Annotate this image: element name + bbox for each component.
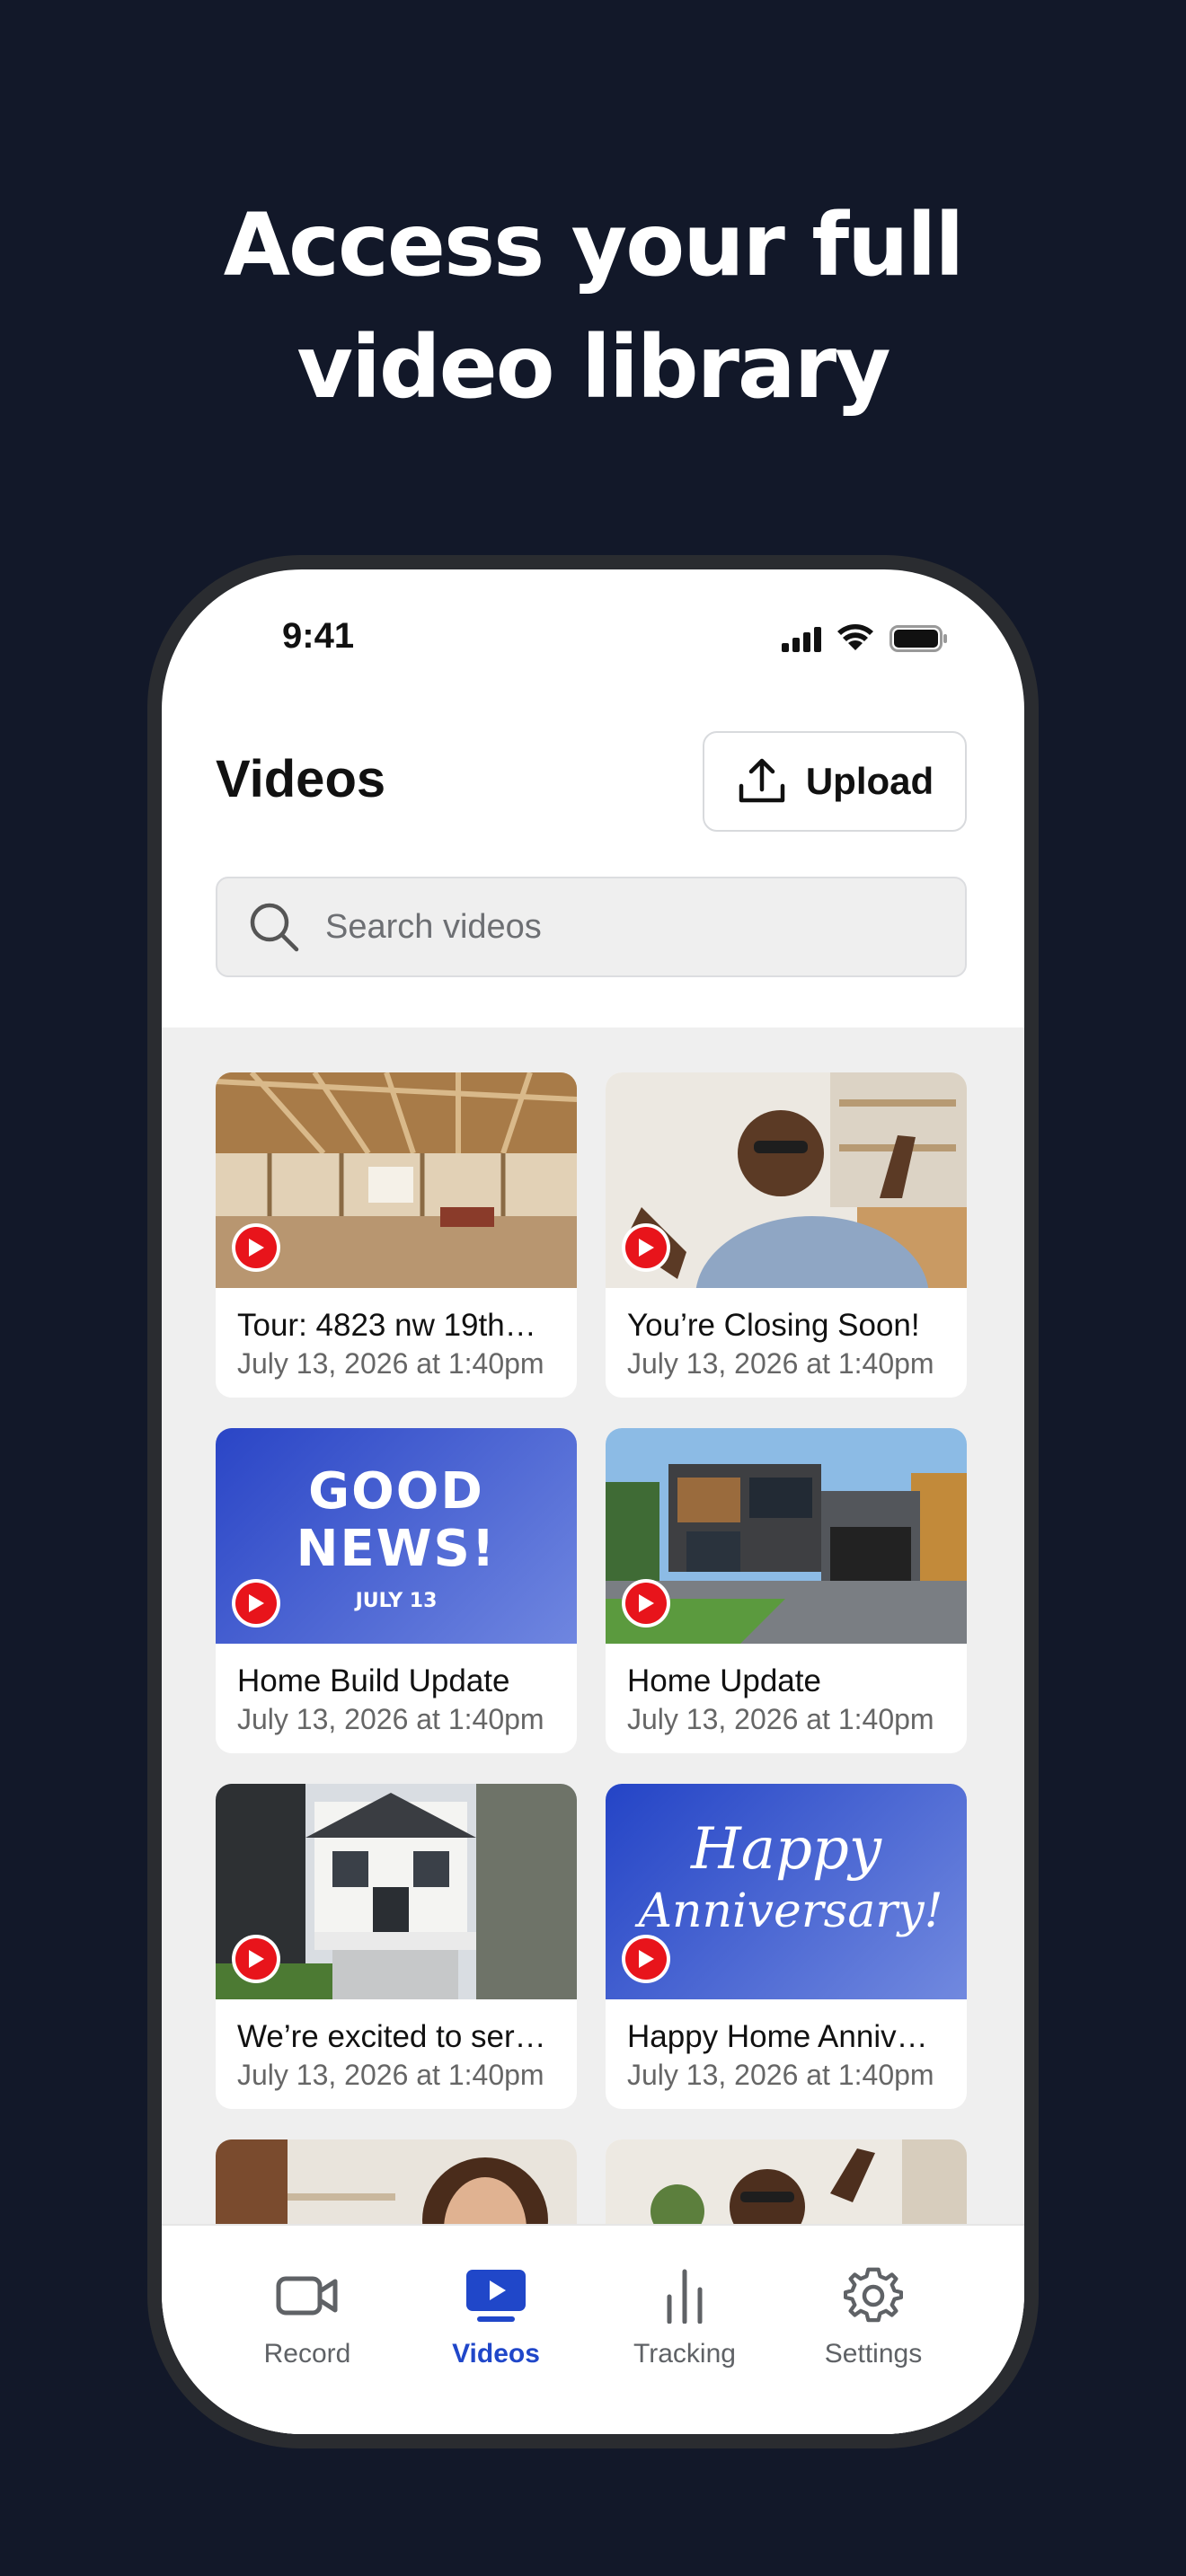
tab-bar: Record Videos Tracking Settings — [162, 2224, 1024, 2434]
tab-tracking[interactable]: Tracking — [595, 2262, 774, 2369]
status-bar: 9:41 — [162, 569, 1024, 695]
gear-icon — [844, 2267, 903, 2323]
tab-videos[interactable]: Videos — [406, 2262, 586, 2369]
tab-label: Settings — [824, 2339, 923, 2369]
play-icon — [249, 1594, 264, 1612]
video-card[interactable]: We’re excited to ser… July 13, 2026 at 1… — [216, 1784, 577, 2109]
video-title: Home Build Update — [237, 1663, 510, 1698]
video-thumbnail — [606, 1428, 967, 1644]
video-thumbnail: GOOD NEWS! JULY 13 — [216, 1428, 577, 1644]
battery-icon — [890, 625, 947, 652]
thumbnail-text-news: NEWS! — [296, 1520, 497, 1578]
video-date: July 13, 2026 at 1:40pm — [237, 2059, 544, 2091]
video-title: Happy Home Anniv… — [627, 2019, 928, 2054]
video-card[interactable]: Happy Anniversary! Happy Home Anniv… Jul… — [606, 1784, 967, 2109]
search-bar[interactable] — [216, 877, 967, 977]
page-title: Videos — [216, 750, 386, 808]
upload-button[interactable]: Upload — [703, 731, 967, 832]
video-title: Home Update — [627, 1663, 821, 1698]
play-icon — [639, 1239, 654, 1257]
play-icon — [639, 1594, 654, 1612]
wifi-icon — [837, 624, 873, 650]
headline: Access your full video library — [0, 184, 1186, 428]
upload-icon — [739, 758, 785, 803]
play-badge[interactable] — [622, 1223, 670, 1272]
play-icon — [249, 1239, 264, 1257]
video-card[interactable]: Home Update July 13, 2026 at 1:40pm — [606, 1428, 967, 1753]
tab-label: Tracking — [633, 2339, 736, 2369]
thumbnail-text-happy: Happy — [690, 1816, 882, 1883]
play-badge[interactable] — [622, 1935, 670, 1983]
search-icon — [250, 903, 299, 952]
search-input[interactable] — [325, 907, 954, 947]
tab-settings[interactable]: Settings — [783, 2262, 963, 2369]
play-badge[interactable] — [232, 1579, 280, 1628]
video-thumbnail — [216, 1784, 577, 1999]
tab-label: Record — [263, 2339, 351, 2369]
video-title: You’re Closing Soon! — [627, 1308, 920, 1343]
video-date: July 13, 2026 at 1:40pm — [627, 1703, 934, 1735]
play-badge[interactable] — [622, 1579, 670, 1628]
play-badge[interactable] — [232, 1223, 280, 1272]
video-thumbnail — [216, 1072, 577, 1288]
tab-label: Videos — [452, 2339, 540, 2369]
video-date: July 13, 2026 at 1:40pm — [627, 1347, 934, 1380]
video-date: July 13, 2026 at 1:40pm — [237, 1347, 544, 1380]
phone-screen: 9:41 Videos Upload Search videos Tour: 4… — [162, 569, 1024, 2434]
video-thumbnail — [606, 1072, 967, 1288]
play-icon — [249, 1950, 264, 1968]
play-icon — [639, 1950, 654, 1968]
headline-line-2: video library — [296, 317, 890, 418]
tab-record[interactable]: Record — [217, 2262, 397, 2369]
cellular-signal-icon — [782, 627, 821, 652]
video-card[interactable]: You’re Closing Soon! July 13, 2026 at 1:… — [606, 1072, 967, 1398]
video-thumbnail: Happy Anniversary! — [606, 1784, 967, 1999]
video-card[interactable]: GOOD NEWS! JULY 13 Home Build Update Jul… — [216, 1428, 577, 1753]
video-camera-icon — [276, 2276, 338, 2316]
headline-line-1: Access your full — [223, 195, 964, 296]
video-date: July 13, 2026 at 1:40pm — [627, 2059, 934, 2091]
upload-label: Upload — [805, 760, 934, 802]
play-screen-icon — [466, 2270, 526, 2322]
video-date: July 13, 2026 at 1:40pm — [237, 1703, 544, 1735]
play-badge[interactable] — [232, 1935, 280, 1983]
video-grid: Tour: 4823 nw 19th… July 13, 2026 at 1:4… — [162, 1028, 1024, 2434]
video-title: We’re excited to ser… — [237, 2019, 546, 2054]
thumbnail-text-good: GOOD — [308, 1462, 484, 1521]
thumbnail-text-anniversary: Anniversary! — [638, 1884, 943, 1938]
status-time: 9:41 — [282, 616, 355, 656]
bar-chart-icon — [667, 2269, 703, 2324]
video-card[interactable]: Tour: 4823 nw 19th… July 13, 2026 at 1:4… — [216, 1072, 577, 1398]
video-title: Tour: 4823 nw 19th… — [237, 1308, 536, 1343]
